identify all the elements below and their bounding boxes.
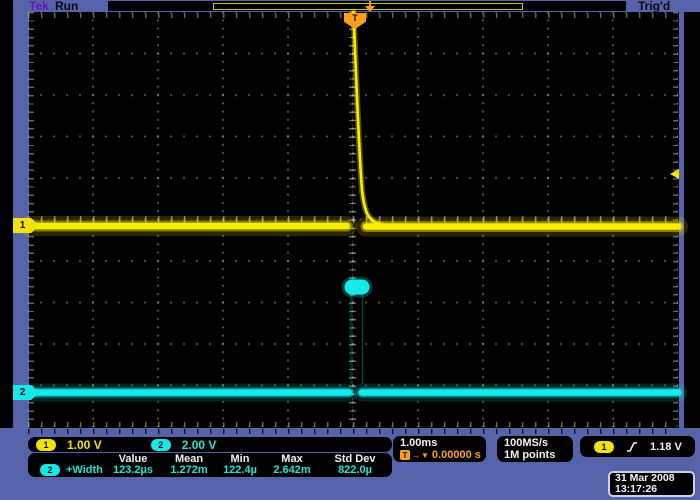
arrow-right-icon: →	[411, 450, 420, 460]
meas-header-stddev: Std Dev	[318, 453, 392, 465]
readout-panel: 1 1.00 V 2 2.00 V Value Mean Min Max Std…	[0, 428, 700, 500]
acquisition-readout[interactable]: 100MS/s 1M points	[497, 436, 573, 462]
horizontal-readout[interactable]: 1.00ms T → ▼ 0.00000 s	[393, 436, 486, 462]
right-border-bar	[679, 12, 684, 428]
meas-header-value: Value	[102, 453, 164, 465]
rising-edge-icon	[626, 441, 638, 453]
meas-mean: 1.272m	[164, 464, 214, 476]
ch2-scale: 2.00 V	[182, 438, 217, 452]
ch1-marker-label: 1	[20, 220, 26, 231]
meas-header-mean: Mean	[164, 453, 214, 465]
measurement-name: +Width	[66, 464, 103, 476]
datetime-readout[interactable]: 31 Mar 2008 13:17:26	[608, 471, 695, 497]
top-status-bar: Tek Run Trig'd	[13, 0, 700, 12]
trigger-level-arrow-icon[interactable]	[670, 169, 679, 179]
measurement-source: 2 +Width	[28, 464, 102, 476]
meas-stddev: 822.0µ	[318, 464, 392, 476]
meas-max: 2.642m	[266, 464, 318, 476]
center-horizontal-axis	[28, 219, 678, 220]
meas-header-min: Min	[214, 453, 266, 465]
oscilloscope-screen: Tek Run Trig'd	[0, 0, 700, 500]
meas-min: 122.4µ	[214, 464, 266, 476]
graticule-bottom-ticks	[28, 422, 678, 427]
trigger-source-badge: 1	[594, 441, 614, 453]
record-length: 1M points	[504, 449, 573, 461]
meas-header-max: Max	[266, 453, 318, 465]
ch1-badge: 1	[36, 439, 56, 451]
channel-scale-readout[interactable]: 1 1.00 V 2 2.00 V	[28, 437, 392, 452]
meas-source-badge: 2	[40, 464, 60, 476]
horizontal-position-row: T → ▼ 0.00000 s	[400, 449, 486, 461]
graticule-right-ticks	[673, 12, 678, 427]
trigger-marker-label: T	[352, 13, 358, 29]
triangle-marker-icon: ▼	[421, 451, 429, 460]
trigger-t-icon: T	[400, 450, 410, 460]
horizontal-position: 0.00000 s	[432, 449, 481, 461]
time-text: 13:17:26	[615, 484, 693, 495]
trigger-level: 1.18 V	[650, 441, 682, 453]
trigger-readout[interactable]: 1 1.18 V	[580, 436, 695, 457]
panel-edge-ticks	[28, 429, 678, 434]
timebase: 1.00ms	[400, 437, 486, 449]
ch1-scale: 1.00 V	[67, 438, 102, 452]
sample-rate: 100MS/s	[504, 437, 573, 449]
ch2-marker-label: 2	[20, 387, 26, 398]
record-view-strip	[108, 1, 626, 11]
ch2-badge: 2	[151, 439, 171, 451]
meas-value: 123.2µs	[102, 464, 164, 476]
measurement-readout[interactable]: Value Mean Min Max Std Dev 2 +Width 123.…	[28, 453, 392, 477]
